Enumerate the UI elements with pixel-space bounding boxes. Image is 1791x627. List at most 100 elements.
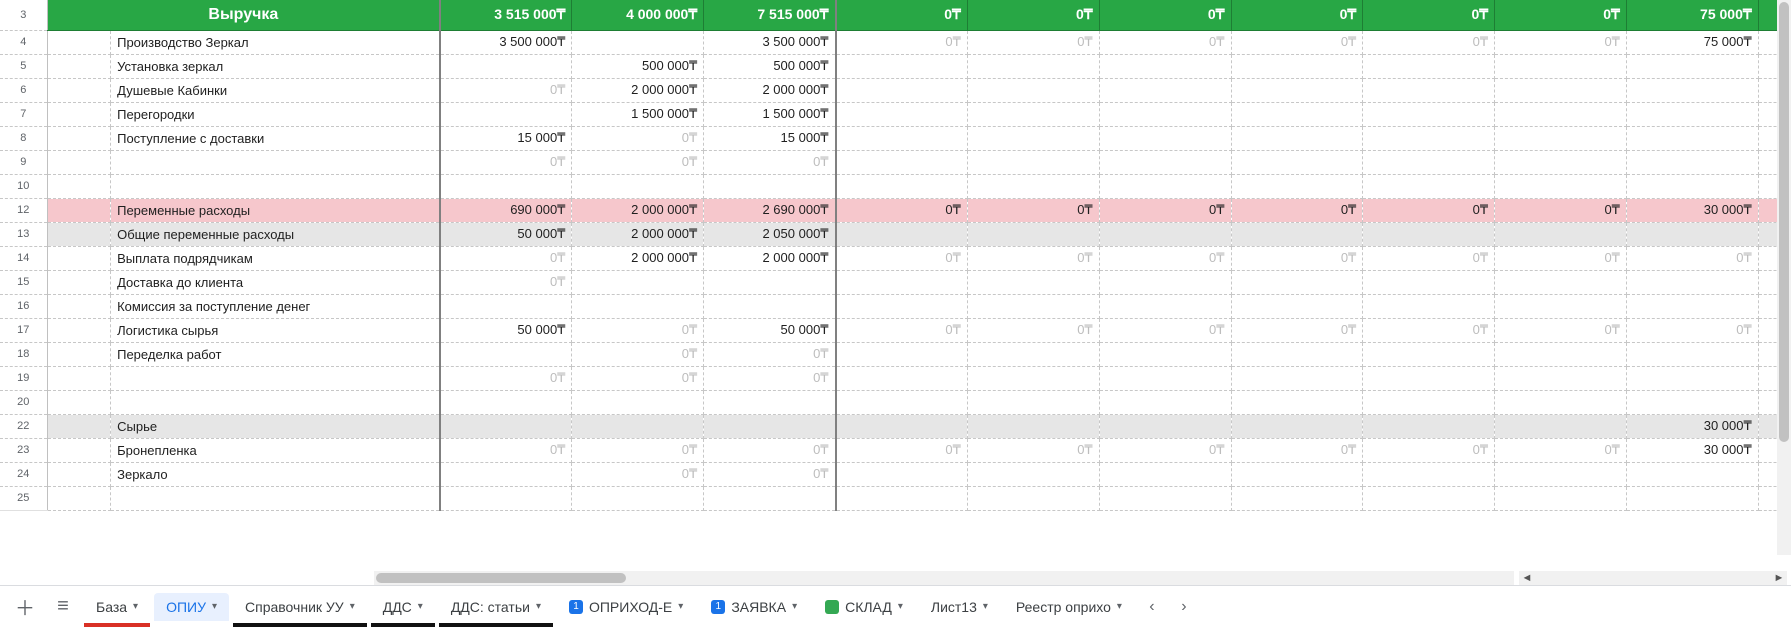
data-cell[interactable] <box>1099 150 1231 174</box>
data-cell[interactable] <box>1626 486 1758 510</box>
data-cell[interactable]: 2 000 000₸ <box>572 246 704 270</box>
data-cell[interactable]: 0₸ <box>440 366 572 390</box>
row-label[interactable]: Установка зеркал <box>111 54 441 78</box>
row-header[interactable]: 14 <box>0 246 47 270</box>
data-cell[interactable]: 2 050 000₸ <box>704 222 836 246</box>
data-cell[interactable] <box>967 342 1099 366</box>
header-value[interactable]: 0₸ <box>967 0 1099 30</box>
data-cell[interactable]: 500 000₸ <box>704 54 836 78</box>
indent-cell[interactable] <box>47 390 111 414</box>
indent-cell[interactable] <box>47 270 111 294</box>
data-cell[interactable]: 50 000₸ <box>704 318 836 342</box>
data-cell[interactable]: 0₸ <box>1626 318 1758 342</box>
data-cell[interactable]: 0₸ <box>440 78 572 102</box>
caret-down-icon[interactable]: ▾ <box>898 601 903 612</box>
data-cell[interactable] <box>1099 342 1231 366</box>
row-header[interactable]: 24 <box>0 462 47 486</box>
data-cell[interactable] <box>836 270 968 294</box>
data-cell[interactable] <box>1626 78 1758 102</box>
spreadsheet-grid[interactable]: 3Выручка3 515 000₸4 000 000₸7 515 000₸0₸… <box>0 0 1791 585</box>
data-cell[interactable] <box>1231 174 1363 198</box>
data-cell[interactable]: 0₸ <box>967 318 1099 342</box>
indent-cell[interactable] <box>47 294 111 318</box>
data-cell[interactable] <box>1495 78 1627 102</box>
data-cell[interactable] <box>1363 366 1495 390</box>
caret-down-icon[interactable]: ▾ <box>983 601 988 612</box>
data-cell[interactable] <box>440 102 572 126</box>
row-header[interactable]: 23 <box>0 438 47 462</box>
data-cell[interactable]: 0₸ <box>572 150 704 174</box>
sheet-tab[interactable]: Справочник УУ▾ <box>233 593 367 621</box>
data-cell[interactable] <box>836 102 968 126</box>
data-cell[interactable] <box>440 390 572 414</box>
indent-cell[interactable] <box>47 366 111 390</box>
data-cell[interactable] <box>1231 342 1363 366</box>
data-cell[interactable] <box>1626 174 1758 198</box>
horizontal-scrollbar-secondary[interactable]: ◄ ► <box>1519 571 1787 585</box>
data-cell[interactable] <box>967 126 1099 150</box>
data-cell[interactable]: 2 000 000₸ <box>704 78 836 102</box>
row-label[interactable]: Поступление с доставки <box>111 126 441 150</box>
data-cell[interactable] <box>967 174 1099 198</box>
sheet-tab[interactable]: СКЛАД▾ <box>813 593 915 621</box>
data-cell[interactable]: 0₸ <box>836 318 968 342</box>
data-cell[interactable] <box>1495 366 1627 390</box>
data-cell[interactable] <box>572 174 704 198</box>
chevron-left-icon[interactable]: ◄ <box>1519 571 1535 585</box>
data-cell[interactable] <box>1231 366 1363 390</box>
data-cell[interactable]: 50 000₸ <box>440 222 572 246</box>
indent-cell[interactable] <box>47 78 111 102</box>
row-header[interactable]: 3 <box>0 0 47 30</box>
data-cell[interactable]: 0₸ <box>1363 246 1495 270</box>
data-cell[interactable] <box>1626 54 1758 78</box>
data-cell[interactable] <box>1495 54 1627 78</box>
data-cell[interactable]: 0₸ <box>572 342 704 366</box>
data-cell[interactable]: 0₸ <box>1363 198 1495 222</box>
data-cell[interactable] <box>967 486 1099 510</box>
data-cell[interactable] <box>836 414 968 438</box>
data-cell[interactable] <box>1363 462 1495 486</box>
data-cell[interactable] <box>1099 294 1231 318</box>
data-cell[interactable] <box>1363 294 1495 318</box>
data-cell[interactable] <box>836 222 968 246</box>
data-cell[interactable] <box>704 390 836 414</box>
data-cell[interactable]: 2 000 000₸ <box>572 198 704 222</box>
indent-cell[interactable] <box>47 246 111 270</box>
data-cell[interactable] <box>836 486 968 510</box>
indent-cell[interactable] <box>47 126 111 150</box>
header-value[interactable]: 0₸ <box>1495 0 1627 30</box>
data-cell[interactable]: 0₸ <box>967 438 1099 462</box>
data-cell[interactable] <box>1495 174 1627 198</box>
data-cell[interactable]: 0₸ <box>1099 30 1231 54</box>
data-cell[interactable] <box>967 150 1099 174</box>
data-cell[interactable] <box>1495 270 1627 294</box>
row-header[interactable]: 6 <box>0 78 47 102</box>
data-cell[interactable] <box>1231 150 1363 174</box>
data-cell[interactable]: 0₸ <box>1099 246 1231 270</box>
header-value[interactable]: 0₸ <box>836 0 968 30</box>
data-cell[interactable] <box>440 174 572 198</box>
data-cell[interactable] <box>1626 462 1758 486</box>
data-cell[interactable] <box>572 390 704 414</box>
indent-cell[interactable] <box>47 54 111 78</box>
data-cell[interactable] <box>967 462 1099 486</box>
horizontal-scrollbar-thumb[interactable] <box>376 573 626 583</box>
sheet-tab[interactable]: 1ЗАЯВКА▾ <box>699 593 809 621</box>
data-cell[interactable] <box>1363 126 1495 150</box>
data-cell[interactable]: 30 000₸ <box>1626 438 1758 462</box>
tabs-scroll-right-button[interactable]: › <box>1170 593 1198 621</box>
indent-cell[interactable] <box>47 102 111 126</box>
data-cell[interactable] <box>1231 126 1363 150</box>
header-value[interactable]: 3 515 000₸ <box>440 0 572 30</box>
data-cell[interactable] <box>1495 294 1627 318</box>
data-cell[interactable] <box>440 486 572 510</box>
header-value[interactable]: 4 000 000₸ <box>572 0 704 30</box>
data-cell[interactable] <box>1231 222 1363 246</box>
data-cell[interactable] <box>440 414 572 438</box>
row-label[interactable]: Душевые Кабинки <box>111 78 441 102</box>
data-cell[interactable] <box>1099 78 1231 102</box>
row-header[interactable]: 9 <box>0 150 47 174</box>
data-cell[interactable] <box>440 54 572 78</box>
row-label[interactable]: Логистика сырья <box>111 318 441 342</box>
sheet-tab[interactable]: База▾ <box>84 593 150 621</box>
